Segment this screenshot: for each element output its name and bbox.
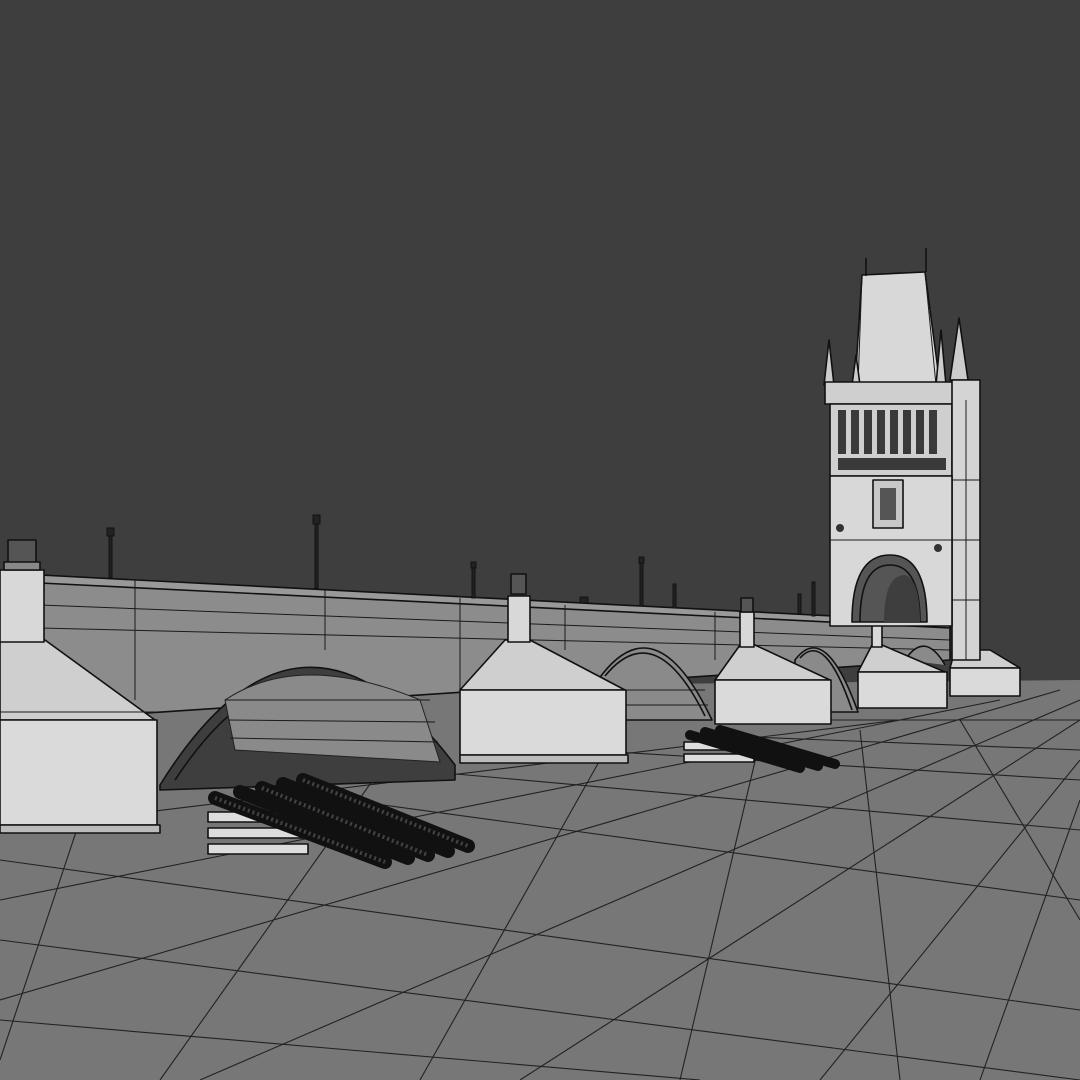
render-viewport [0, 0, 1080, 1080]
bridge-scene [0, 0, 1080, 1080]
tower-gallery-windows [838, 410, 946, 470]
